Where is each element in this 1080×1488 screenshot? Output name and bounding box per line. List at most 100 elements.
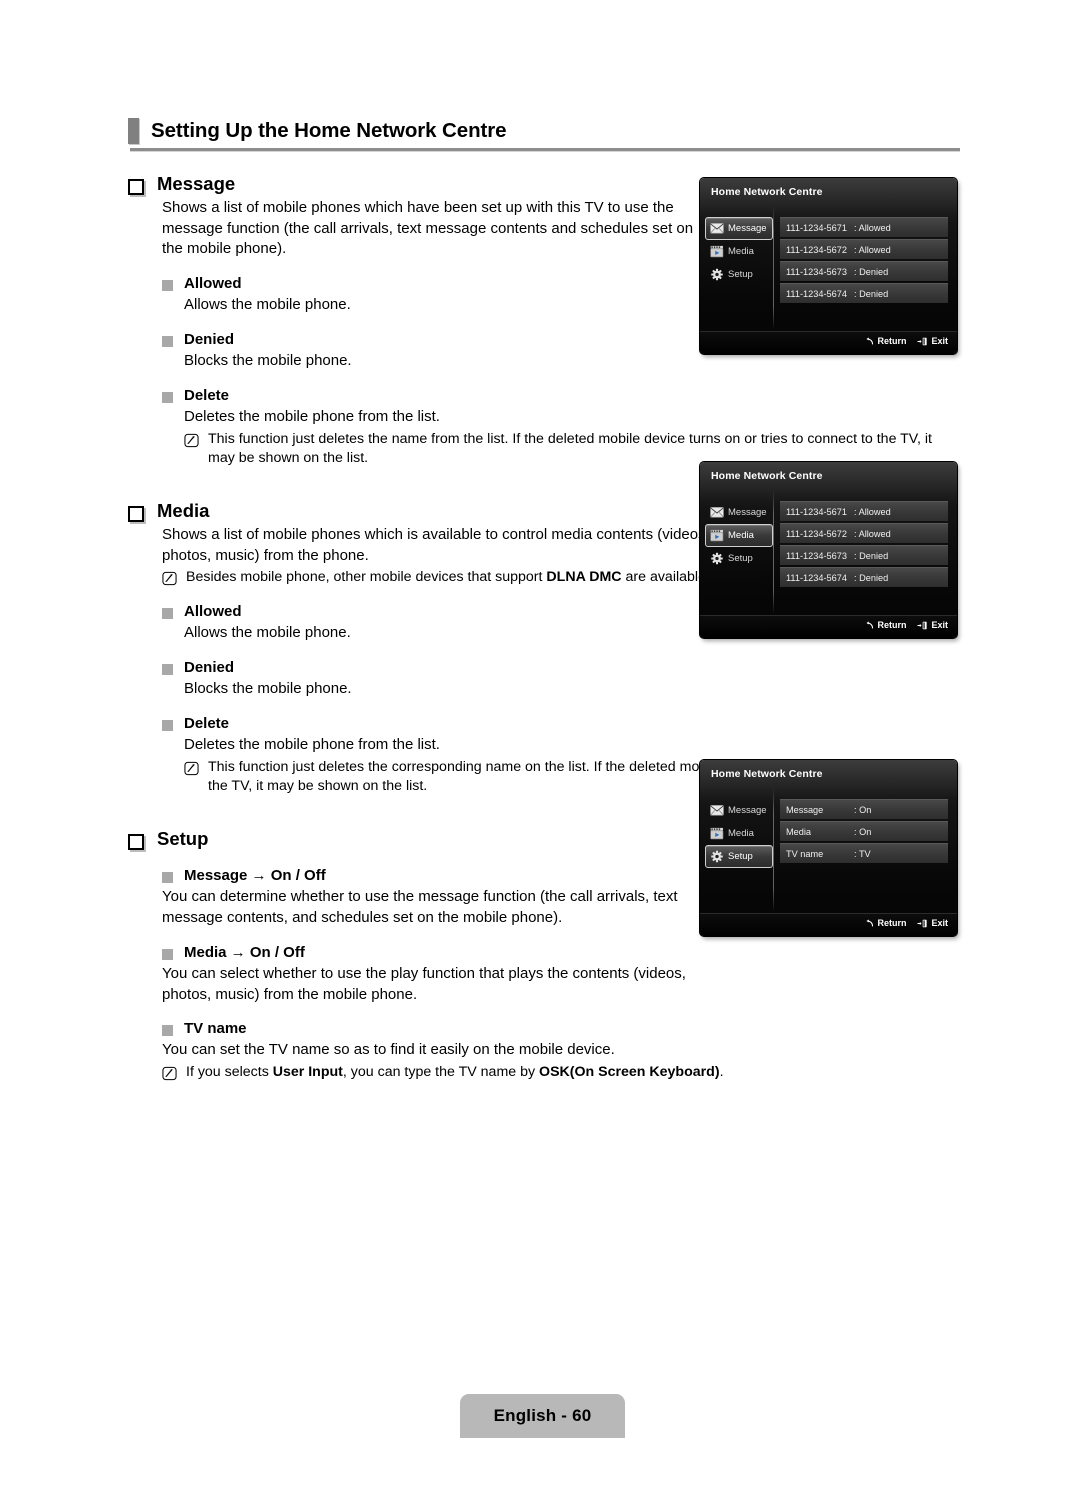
note-text-pre: Besides mobile phone, other mobile devic… xyxy=(186,569,547,586)
sidebar-item-media[interactable]: Media xyxy=(706,822,772,845)
sub-item-media-onoff: Media → On / Off xyxy=(162,943,960,963)
note-pencil-icon xyxy=(184,433,199,447)
row-value: : Denied xyxy=(854,572,889,583)
row-key: 111-1234-5671 xyxy=(786,222,847,233)
screen-row[interactable]: 111-1234-5673 : Denied xyxy=(780,545,948,565)
sidebar-item-message[interactable]: Message xyxy=(706,799,772,822)
screen-footer-bar: Return Exit xyxy=(700,331,957,354)
sidebar-item-label: Message xyxy=(728,223,767,234)
return-arrow-icon xyxy=(866,621,874,628)
return-arrow-icon xyxy=(866,337,874,344)
sidebar-item-message[interactable]: Message xyxy=(705,217,773,240)
note-text-mid: , you can type the TV name by xyxy=(342,1064,540,1081)
screen-row[interactable]: 111-1234-5674 : Denied xyxy=(780,283,948,303)
sub-item-title: Delete xyxy=(184,714,230,732)
sub-item-tv-name: TV name xyxy=(162,1019,960,1039)
section-bullet-icon xyxy=(128,179,144,195)
sub-item-title: Message → On / Off xyxy=(184,866,326,884)
sidebar-item-label: Setup xyxy=(728,851,753,862)
gear-icon xyxy=(711,268,723,281)
screen-row[interactable]: 111-1234-5671 : Allowed xyxy=(780,501,948,521)
note-text: If you selects User Input, you can type … xyxy=(186,1063,806,1083)
gear-icon xyxy=(711,850,723,863)
sidebar-item-media[interactable]: Media xyxy=(705,524,773,547)
page-number-tab: English - 60 xyxy=(460,1394,625,1438)
exit-door-icon xyxy=(917,621,928,629)
sub-bullet-icon xyxy=(162,391,173,403)
screen-sidebar: Message Media Setup xyxy=(705,217,773,286)
screen-row[interactable]: 111-1234-5672 : Allowed xyxy=(780,523,948,543)
gear-icon xyxy=(711,552,723,565)
note-text-bold-user-input: User Input xyxy=(272,1064,343,1081)
row-key: 111-1234-5671 xyxy=(786,506,847,517)
section-title: Message xyxy=(157,173,236,194)
sidebar-item-setup[interactable]: Setup xyxy=(705,845,773,868)
screen-row[interactable]: Media : On xyxy=(780,821,948,841)
note-text-bold-osk: OSK(On Screen Keyboard) xyxy=(539,1064,720,1081)
note-text-bold: DLNA DMC xyxy=(546,569,622,586)
screen-divider xyxy=(773,206,774,330)
sub-item-body: Blocks the mobile phone. xyxy=(184,680,352,698)
sub-bullet-icon xyxy=(162,280,173,292)
sidebar-item-label: Setup xyxy=(728,269,753,280)
row-key: 111-1234-5672 xyxy=(786,528,847,539)
screen-divider xyxy=(773,490,774,614)
page-header: Setting Up the Home Network Centre xyxy=(128,118,960,151)
note-line-osk: If you selects User Input, you can type … xyxy=(162,1063,960,1083)
row-value: : Allowed xyxy=(854,506,891,517)
row-key: TV name xyxy=(786,848,824,859)
screen-row[interactable]: Message : On xyxy=(780,799,948,819)
row-key: Media xyxy=(786,826,812,837)
row-value: : Denied xyxy=(854,288,889,299)
sidebar-item-label: Message xyxy=(728,507,767,518)
envelope-icon xyxy=(710,507,724,518)
footer-label: Exit xyxy=(931,620,948,630)
screen-title: Home Network Centre xyxy=(711,186,823,198)
footer-return-button[interactable]: Return xyxy=(865,336,906,346)
sub-item-title: Denied xyxy=(184,330,235,348)
sidebar-item-label: Message xyxy=(728,805,767,816)
screen-sidebar: Message Media Setup xyxy=(705,799,773,868)
section-title: Media xyxy=(157,500,210,522)
sidebar-item-media[interactable]: Media xyxy=(706,240,772,263)
section-bullet-icon xyxy=(128,506,144,523)
row-key: 111-1234-5673 xyxy=(786,266,847,277)
envelope-icon xyxy=(710,805,724,816)
sub-bullet-icon xyxy=(162,663,173,675)
screen-row[interactable]: 111-1234-5671 : Allowed xyxy=(780,217,948,237)
screen-row[interactable]: TV name : TV xyxy=(780,843,948,863)
sub-item-body: You can determine whether to use the mes… xyxy=(162,888,678,926)
footer-return-button[interactable]: Return xyxy=(865,918,906,928)
manual-page: Setting Up the Home Network Centre Messa… xyxy=(0,0,1080,1488)
row-value: : Allowed xyxy=(854,528,891,539)
note-text-post: . xyxy=(719,1064,724,1081)
screen-row[interactable]: 111-1234-5673 : Denied xyxy=(780,261,948,281)
sub-item-title: Allowed xyxy=(184,275,242,293)
row-value: : Allowed xyxy=(854,244,891,255)
sidebar-item-message[interactable]: Message xyxy=(706,501,772,524)
sub-item-title: Denied xyxy=(184,658,235,676)
sidebar-item-setup[interactable]: Setup xyxy=(706,547,772,570)
sub-bullet-icon xyxy=(162,719,173,731)
sub-item-title: Delete xyxy=(184,386,230,404)
row-value: : On xyxy=(854,804,872,815)
footer-exit-button[interactable]: Exit xyxy=(917,918,948,928)
note-pencil-icon xyxy=(162,572,177,586)
footer-exit-button[interactable]: Exit xyxy=(917,620,948,630)
screen-row[interactable]: 111-1234-5674 : Denied xyxy=(780,567,948,587)
footer-return-button[interactable]: Return xyxy=(865,620,906,630)
exit-door-icon xyxy=(917,919,928,927)
sidebar-item-label: Media xyxy=(728,828,754,839)
sidebar-item-setup[interactable]: Setup xyxy=(706,263,772,286)
sub-item-body: Deletes the mobile phone from the list. xyxy=(184,736,440,754)
sub-bullet-icon xyxy=(162,607,173,619)
note-pencil-icon xyxy=(162,1067,177,1081)
footer-exit-button[interactable]: Exit xyxy=(917,336,948,346)
sub-item-title: Media → On / Off xyxy=(184,943,305,961)
screen-row-list: Message : On Media : On TV name : TV xyxy=(780,799,948,865)
sub-bullet-icon xyxy=(162,871,173,883)
footer-label: Return xyxy=(877,620,907,630)
screen-footer-bar: Return Exit xyxy=(700,615,957,638)
sub-item-title: Allowed xyxy=(184,602,242,620)
screen-row[interactable]: 111-1234-5672 : Allowed xyxy=(780,239,948,259)
